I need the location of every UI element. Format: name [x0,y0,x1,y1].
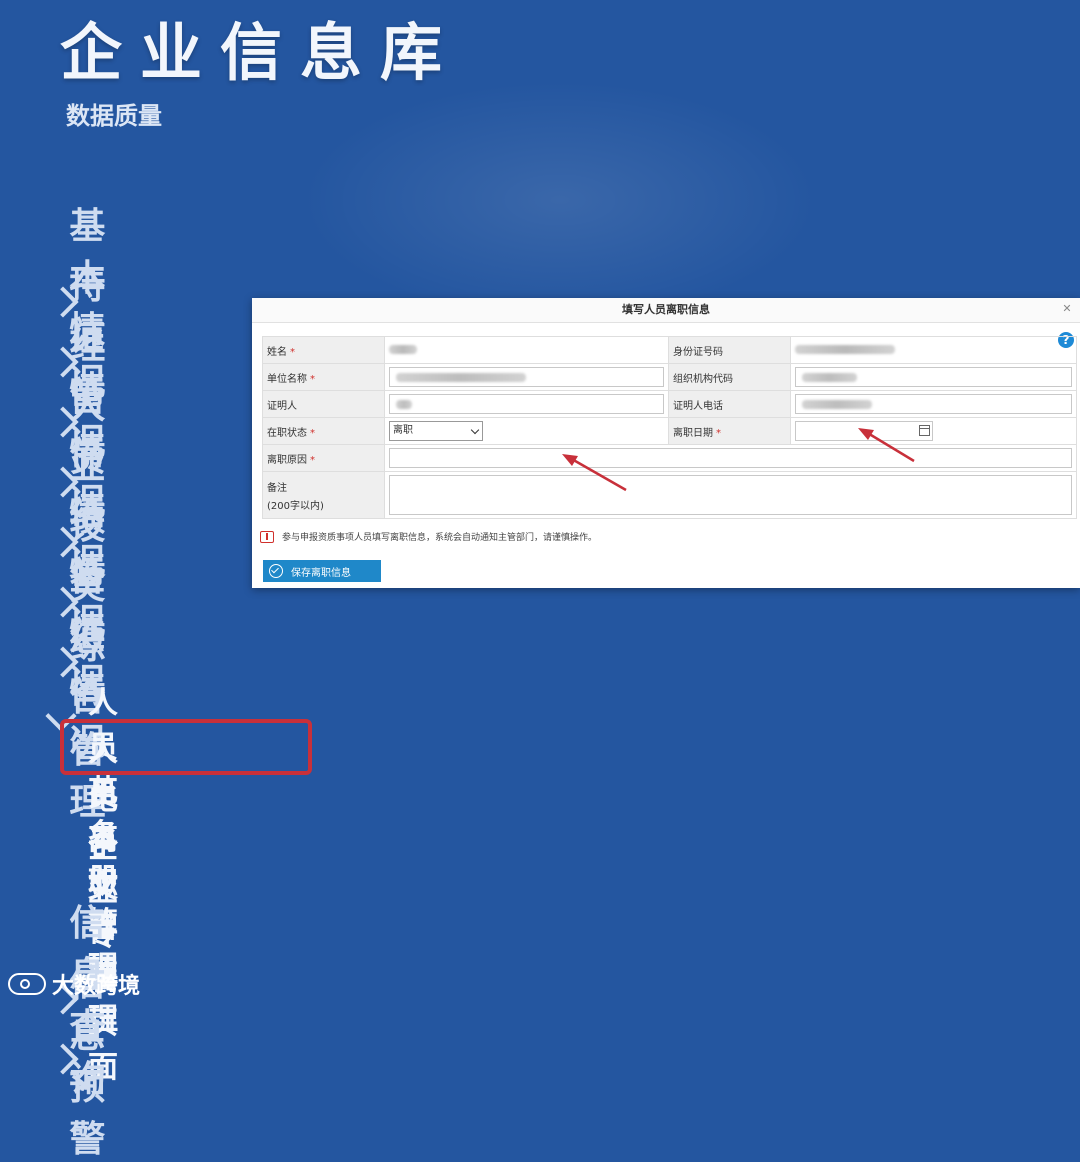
witness-field[interactable] [389,394,664,414]
close-icon[interactable]: ✕ [1060,302,1074,316]
chevron-down-icon [48,701,59,741]
resignation-dialog: 填写人员离职信息 ✕ ? 姓名 * 身份证号码 单位名称 * 组织机构代码 证明人 … [252,298,1080,588]
app-subtitle: 数据质量 [66,102,162,130]
book-icon [260,530,274,543]
dialog-header: 填写人员离职信息 ✕ [252,298,1080,323]
notice: 参与申报资质事项人员填写离职信息，系统会自动通知主管部门，请谨慎操作。 [260,530,597,543]
calendar-icon[interactable] [919,425,930,436]
company-field[interactable] [389,367,664,387]
leave-date-field[interactable] [795,421,933,441]
status-select[interactable]: 离职 [389,421,483,441]
save-button[interactable]: 保存离职信息 [263,560,381,582]
form-row: 备注 (200字以内) [262,471,1077,519]
redacted-value [802,400,872,409]
leave-reason-label: 离职原因 * [262,444,385,472]
witness-label: 证明人 [262,390,385,418]
org-code-label: 组织机构代码 [668,363,791,391]
highlight-box [60,719,312,775]
witness-phone-field[interactable] [795,394,1072,414]
redacted-value [396,400,412,409]
id-number-label: 身份证号码 [668,336,791,364]
redacted-value [802,373,857,382]
save-button-label: 保存离职信息 [291,567,351,579]
form-row: 离职原因 * [262,444,1077,472]
chevron-down-icon [470,425,480,435]
leave-date-label: 离职日期 * [668,417,791,445]
watermark: 大数跨境 [8,968,140,1000]
chevron-right-icon [48,1038,59,1078]
watermark-text: 大数跨境 [52,974,141,999]
redacted-value [396,373,526,382]
company-label: 单位名称 * [262,363,385,391]
form-row: 姓名 * 身份证号码 [262,336,1077,364]
name-label: 姓名 * [262,336,385,364]
background-glow [300,80,820,320]
redacted-value [389,345,417,354]
app-title: 企业信息库 [60,16,461,89]
redacted-value [795,345,895,354]
status-label: 在职状态 * [262,417,385,445]
form-row: 证明人 证明人电话 [262,390,1077,418]
form-row: 在职状态 * 离职 离职日期 * [262,417,1077,445]
id-number-value [790,336,1077,364]
status-select-value: 离职 [393,425,413,436]
check-circle-icon [269,564,283,578]
logo-icon [8,973,46,995]
resignation-form: 姓名 * 身份证号码 单位名称 * 组织机构代码 证明人 证明人电话 在职状态 * 离… [262,336,1077,519]
name-value [384,336,669,364]
form-row: 单位名称 * 组织机构代码 [262,363,1077,391]
dialog-title: 填写人员离职信息 [622,303,710,316]
remark-textarea[interactable] [389,475,1072,515]
remark-label: 备注 (200字以内) [262,471,385,519]
org-code-field[interactable] [795,367,1072,387]
leave-reason-field[interactable] [389,448,1072,468]
witness-phone-label: 证明人电话 [668,390,791,418]
notice-text: 参与申报资质事项人员填写离职信息，系统会自动通知主管部门，请谨慎操作。 [282,533,598,543]
